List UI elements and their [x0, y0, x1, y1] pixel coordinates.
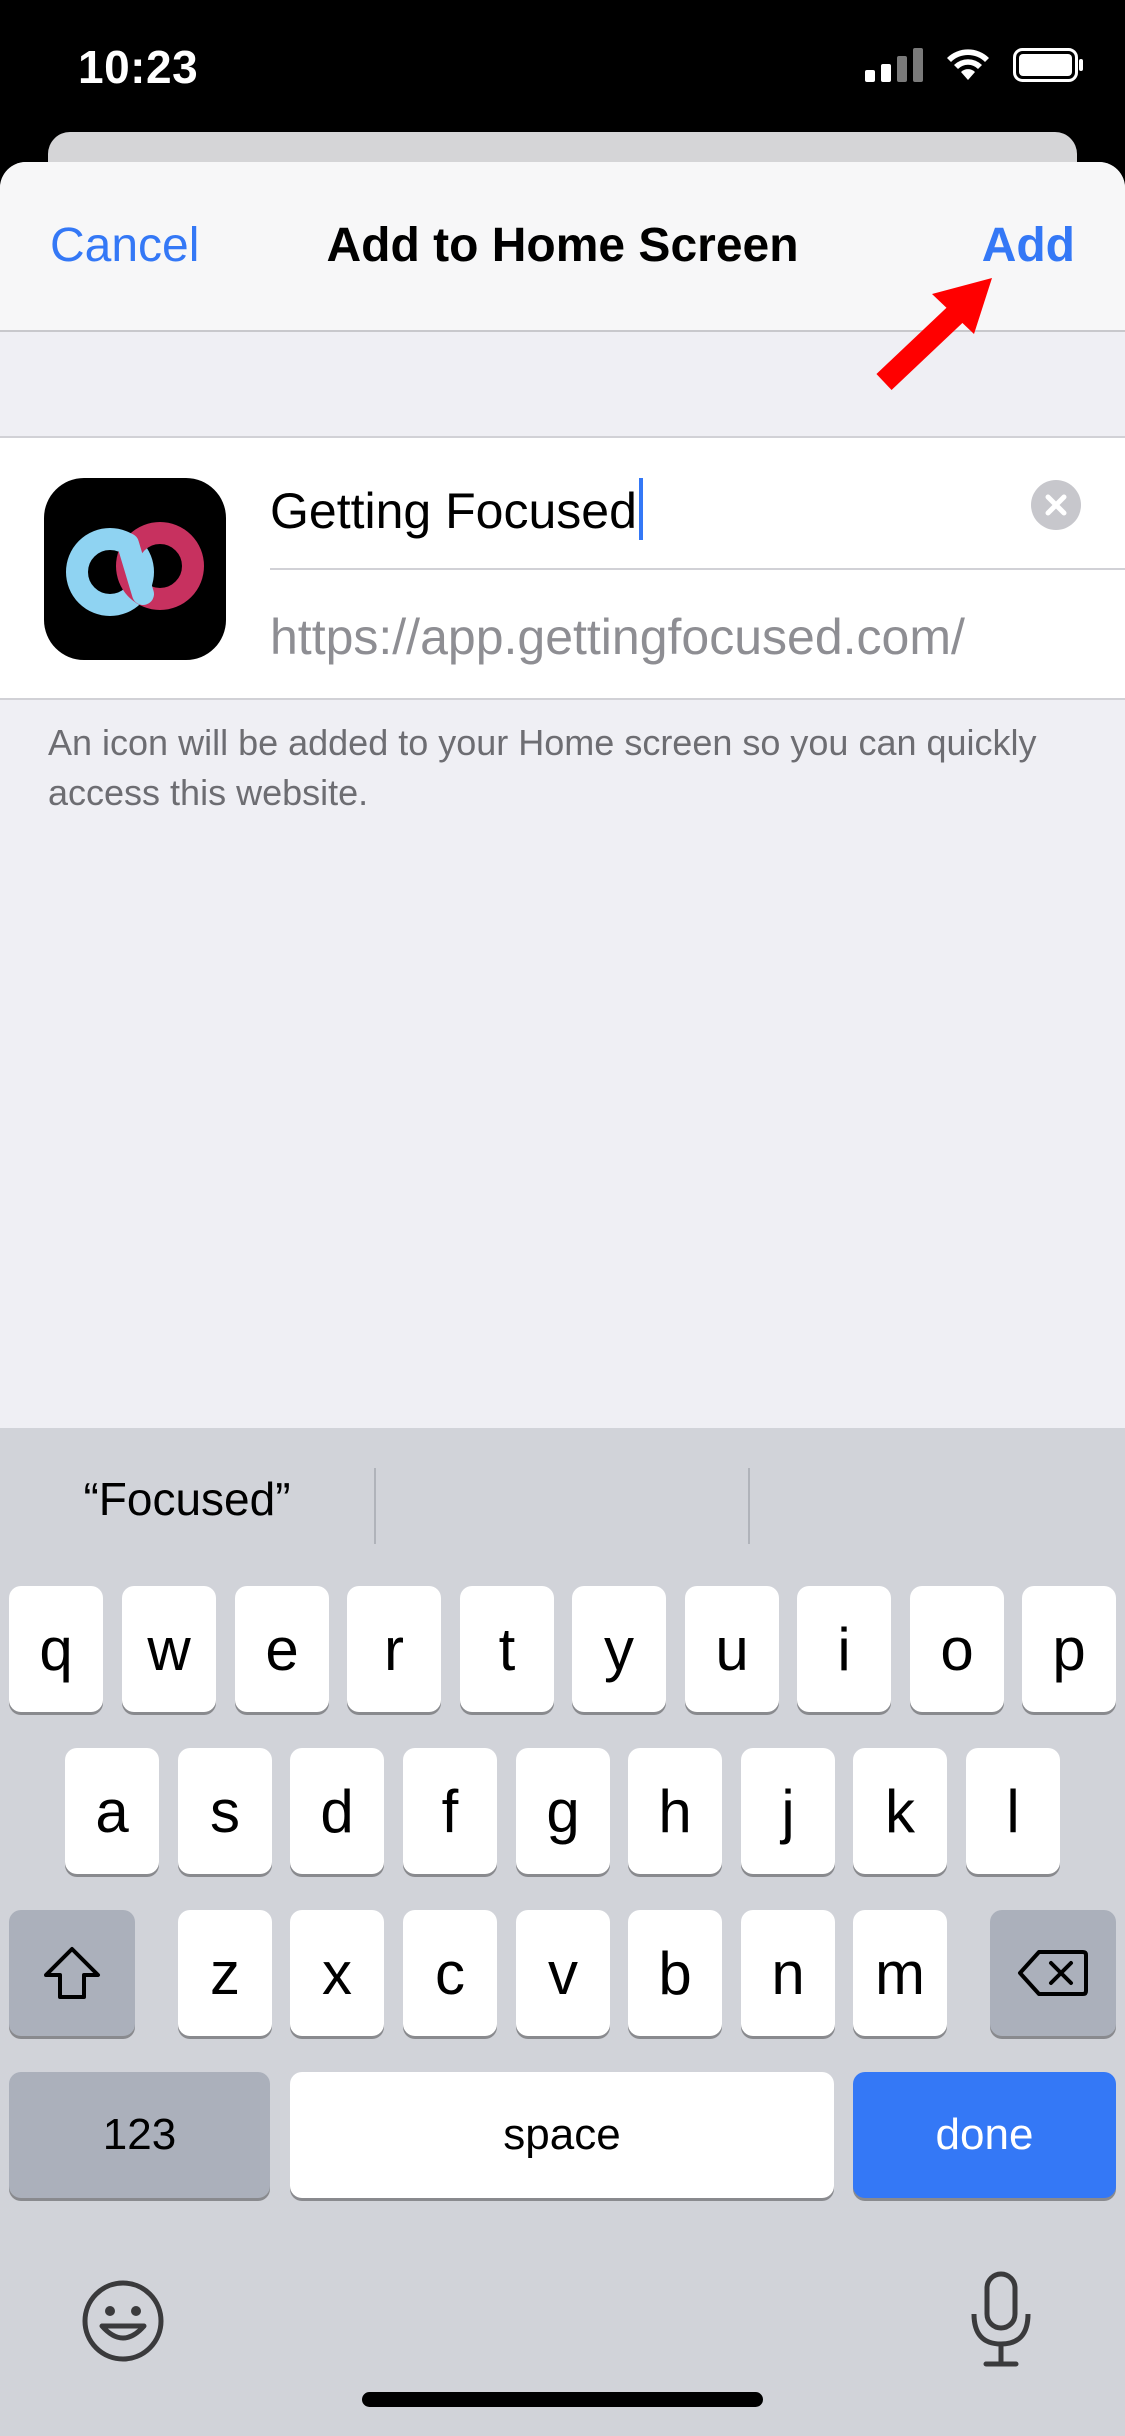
- key-f[interactable]: f: [403, 1748, 497, 1874]
- key-b[interactable]: b: [628, 1910, 722, 2036]
- key-v[interactable]: v: [516, 1910, 610, 2036]
- annotation-arrow-icon: [876, 278, 992, 390]
- key-i[interactable]: i: [797, 1586, 891, 1712]
- footnote-text: An icon will be added to your Home scree…: [48, 722, 1037, 813]
- clear-text-button[interactable]: [1031, 480, 1081, 530]
- suggestion-1[interactable]: “Focused”: [0, 1472, 374, 1526]
- url-label: https://app.gettingfocused.com/: [270, 609, 965, 665]
- key-a[interactable]: a: [65, 1748, 159, 1874]
- space-key[interactable]: space: [290, 2072, 834, 2198]
- emoji-icon[interactable]: [80, 2278, 166, 2364]
- key-g[interactable]: g: [516, 1748, 610, 1874]
- signal-icon: [865, 48, 923, 82]
- numbers-key[interactable]: 123: [9, 2072, 270, 2198]
- shift-icon: [44, 1947, 100, 1999]
- key-w[interactable]: w: [122, 1586, 216, 1712]
- key-j[interactable]: j: [741, 1748, 835, 1874]
- delete-key[interactable]: [990, 1910, 1116, 2036]
- name-field[interactable]: Getting Focused: [270, 438, 1125, 570]
- key-y[interactable]: y: [572, 1586, 666, 1712]
- battery-icon: [1013, 48, 1083, 82]
- key-p[interactable]: p: [1022, 1586, 1116, 1712]
- key-u[interactable]: u: [685, 1586, 779, 1712]
- microphone-icon[interactable]: [966, 2270, 1036, 2370]
- status-bar: 10:23: [0, 0, 1125, 132]
- key-k[interactable]: k: [853, 1748, 947, 1874]
- key-q[interactable]: q: [9, 1586, 103, 1712]
- close-icon: [1045, 494, 1067, 516]
- suggestion-bar: “Focused”: [0, 1428, 1125, 1578]
- suggestion-divider: [748, 1468, 750, 1544]
- key-e[interactable]: e: [235, 1586, 329, 1712]
- key-t[interactable]: t: [460, 1586, 554, 1712]
- shift-key[interactable]: [9, 1910, 135, 2036]
- name-input-value: Getting Focused: [270, 483, 637, 539]
- key-o[interactable]: o: [910, 1586, 1004, 1712]
- getting-focused-logo-icon: [66, 522, 204, 616]
- done-key[interactable]: done: [853, 2072, 1116, 2198]
- key-z[interactable]: z: [178, 1910, 272, 2036]
- keyboard: “Focused” q w e r t y u i o p a s d f g …: [0, 1428, 1125, 2436]
- wifi-icon: [947, 49, 989, 80]
- app-icon: [44, 478, 226, 660]
- key-h[interactable]: h: [628, 1748, 722, 1874]
- status-time: 10:23: [78, 41, 199, 93]
- key-s[interactable]: s: [178, 1748, 272, 1874]
- key-m[interactable]: m: [853, 1910, 947, 2036]
- home-indicator: [362, 2392, 763, 2407]
- backspace-icon: [1018, 1950, 1088, 1996]
- bookmark-form: Getting Focused https://app.gettingfocus…: [0, 436, 1125, 700]
- text-caret: [638, 478, 643, 540]
- key-c[interactable]: c: [403, 1910, 497, 2036]
- key-d[interactable]: d: [290, 1748, 384, 1874]
- add-button[interactable]: Add: [982, 218, 1075, 273]
- name-input[interactable]: Getting Focused: [270, 478, 643, 540]
- key-r[interactable]: r: [347, 1586, 441, 1712]
- key-n[interactable]: n: [741, 1910, 835, 2036]
- key-x[interactable]: x: [290, 1910, 384, 2036]
- key-l[interactable]: l: [966, 1748, 1060, 1874]
- suggestion-divider: [374, 1468, 376, 1544]
- page-title: Add to Home Screen: [326, 219, 799, 272]
- status-icons: [865, 48, 1085, 82]
